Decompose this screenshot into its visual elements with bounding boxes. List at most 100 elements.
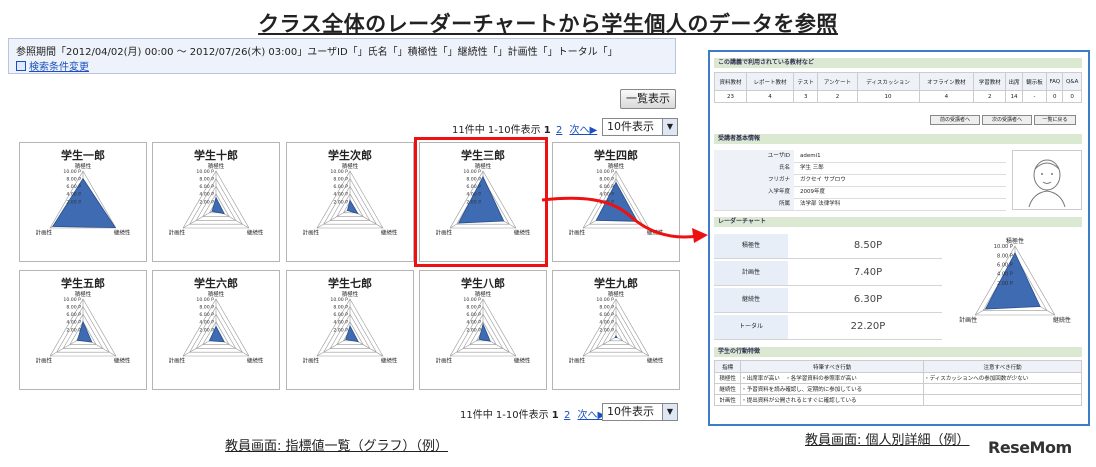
radar-axis-label: 積極性 — [608, 162, 625, 170]
radar-scale-label: 6.00 P — [466, 312, 481, 318]
student-radar-chart: 10.00 P8.00 P6.00 P4.00 P2.00 P積極性継続性計画性 — [36, 162, 131, 237]
student-radar-card[interactable]: 学生五郎 10.00 P 8.00 P 6.00 P 4.00 P 2.00 P 積極性 継続… — [19, 270, 147, 390]
radar-axis-label: 継続性 — [647, 357, 664, 365]
student-radar-card[interactable]: 学生八郎 10.00 P 8.00 P 6.00 P 4.00 P 2.00 P 積極性 継続… — [419, 270, 547, 390]
search-conditions-link[interactable]: 検索条件変更 — [16, 58, 89, 73]
usage-header-cell: 学習教材 — [973, 72, 1007, 91]
usage-header-cell: レポート教材 — [745, 72, 795, 91]
radar-axis-line — [582, 336, 617, 357]
student-radar-card[interactable]: 学生九郎 10.00 P 8.00 P 6.00 P 4.00 P 2.00 P 積極性 継続… — [552, 270, 680, 390]
detail-arrow — [541, 196, 708, 243]
radar-scale-label: 2.00 P — [333, 327, 348, 333]
radar-axis-label: 計画性 — [169, 357, 186, 365]
radar-axis-label: 継続性 — [514, 357, 531, 365]
info-value: 法学部 法律学科 — [800, 201, 841, 207]
behavior-table: 指標 特筆すべき行動 注意すべき行動 積極性 ・出席率が高い ・各学習資料の参照率が高… — [713, 360, 1082, 406]
radar-axis-label: 継続性 — [114, 357, 131, 365]
student-radar-card[interactable]: 学生七郎 10.00 P 8.00 P 6.00 P 4.00 P 2.00 P 積極性 継続… — [286, 270, 414, 390]
behavior-section-title: 学生の行動特徴 — [714, 347, 1082, 357]
avatar-icon — [1028, 159, 1066, 208]
info-value: ademi1 — [800, 153, 821, 159]
radar-scale-label: 6.00 P — [333, 312, 348, 318]
radar-axis-label: 継続性 — [381, 357, 398, 365]
radar-scale-label: 8.00 P — [66, 305, 81, 311]
behavior-label: 積極性 — [713, 372, 742, 384]
radar-axis-label: 計画性 — [303, 357, 320, 365]
per-page-select-bottom[interactable]: 10件表示 ▼ — [602, 403, 678, 421]
radar-score-row: トータル 22.20P — [714, 315, 942, 340]
radar-scale-label: 6.00 P — [199, 184, 214, 190]
radar-scale-label: 2.00 P — [599, 327, 614, 333]
caption-list-screen: 教員画面: 指標値一覧（グラフ）（例） — [225, 439, 449, 454]
info-row: 所属 法学部 法律学科 — [714, 198, 1006, 211]
radar-axis-label: 積極性 — [208, 162, 225, 170]
pager-current-page: 1 — [543, 125, 551, 136]
search-link-label[interactable]: 検索条件変更 — [29, 62, 89, 73]
radar-scale-label: 8.00 P — [199, 177, 214, 183]
pager-page-2-link[interactable]: 2 — [556, 125, 562, 136]
detail-nav-button[interactable]: 前の受講者へ — [930, 115, 980, 125]
radar-scale-label: 4.00 P — [66, 320, 81, 326]
caption-detail-screen: 教員画面: 個人別詳細（例） — [805, 433, 970, 448]
radar-scale-label: 4.00 P — [599, 320, 614, 326]
usage-header-cell: テスト — [793, 72, 819, 91]
radar-score-row: 積極性 8.50P — [714, 234, 942, 259]
radar-score-label: 積極性 — [714, 234, 788, 258]
list-view-button[interactable]: 一覧表示 — [620, 89, 676, 109]
behavior-row: 継続性 ・予習資料を読み確認し、定期的に参加している — [713, 383, 1082, 395]
student-radar-card[interactable]: 学生十郎 10.00 P 8.00 P 6.00 P 4.00 P 2.00 P 積極性 継続… — [152, 142, 280, 262]
pager-top: 11件中 1-10件表示 1 2 次へ▶ — [452, 121, 599, 136]
radar-axis-label: 継続性 — [381, 229, 398, 237]
radar-score-label: 計画性 — [714, 261, 788, 285]
pager-page-2-link[interactable]: 2 — [564, 410, 570, 421]
usage-value-cell: 0 — [1062, 90, 1082, 103]
radar-axis-label: 継続性 — [247, 357, 264, 365]
pager-current-page: 1 — [551, 410, 559, 421]
student-detail-screen: この講義で利用されている教材など 資料教材 レポート教材 テスト アンケート ディスカッ… — [708, 50, 1090, 426]
usage-value-cell: 14 — [1005, 90, 1023, 103]
usage-header-cell: FAQ — [1046, 72, 1064, 91]
info-value: 学生 三郎 — [800, 165, 824, 171]
per-page-select-top[interactable]: 10件表示 ▼ — [602, 118, 678, 136]
detail-nav-button[interactable]: 次の受講者へ — [982, 115, 1032, 125]
student-radar-card[interactable]: 学生一郎 10.00 P 8.00 P 6.00 P 4.00 P 2.00 P 積極性 継続… — [19, 142, 147, 262]
student-radar-chart: 10.00 P8.00 P6.00 P4.00 P2.00 P積極性継続性計画性 — [569, 290, 664, 365]
radar-scale-label: 2.00 P — [66, 327, 81, 333]
radar-scale-label: 2.00 P — [199, 327, 214, 333]
student-radar-card[interactable]: 学生次郎 10.00 P 8.00 P 6.00 P 4.00 P 2.00 P 積極性 継続… — [286, 142, 414, 262]
radar-axis-label: 積極性 — [75, 162, 92, 170]
behavior-row: 積極性 ・出席率が高い ・各学習資料の参照率が高い ・ディスカッションへの参加回数が… — [713, 372, 1082, 384]
behavior-label: 継続性 — [713, 383, 742, 395]
radar-axis-label: 積極性 — [208, 290, 225, 298]
radar-score-value: 8.50P — [853, 240, 883, 251]
radar-scale-label: 6.00 P — [333, 184, 348, 190]
chevron-down-icon[interactable]: ▼ — [662, 119, 677, 135]
radar-scale-label: 8.00 P — [333, 177, 348, 183]
info-label: 入学年度 — [714, 186, 794, 198]
pager-summary: 11件中 1-10件表示 — [460, 410, 549, 421]
chevron-down-icon[interactable]: ▼ — [662, 404, 677, 420]
behavior-header-cell: 注意すべき行動 — [923, 360, 1082, 373]
radar-scale-label: 6.00 P — [599, 312, 614, 318]
radar-scale-label: 10.00 P — [994, 244, 1013, 250]
radar-scale-label: 6.00 P — [66, 184, 81, 190]
info-value: ガクセイ サブロウ — [800, 177, 846, 183]
detail-nav-button[interactable]: 一覧に戻る — [1034, 115, 1076, 125]
radar-scale-label: 4.00 P — [466, 320, 481, 326]
radar-scale-label: 2.00 P — [997, 281, 1013, 287]
usage-table: 資料教材 レポート教材 テスト アンケート ディスカッション オフライン教材 学習教材 出席観… — [714, 72, 1082, 103]
pager-next-link[interactable]: 次へ▶ — [570, 125, 598, 136]
student-radar-card[interactable]: 学生六郎 10.00 P 8.00 P 6.00 P 4.00 P 2.00 P 積極性 継続… — [152, 270, 280, 390]
radar-axis-label: 計画性 — [36, 229, 53, 237]
usage-value-cell: 4 — [918, 90, 975, 103]
resemom-logo: ReseMom — [988, 438, 1072, 457]
radar-scale-label: 4.00 P — [66, 192, 81, 198]
radar-axis-line — [316, 336, 351, 357]
radar-axis-label: 積極性 — [475, 290, 492, 298]
detail-radar-chart: 10.00 P 8.00 P 6.00 P 4.00 P 2.00 P 積極性継続性 計画性 — [959, 237, 1071, 324]
radar-scale-label: 4.00 P — [997, 272, 1013, 278]
radar-scale-label: 8.00 P — [199, 305, 214, 311]
radar-scale-label: 8.00 P — [333, 305, 348, 311]
student-radar-chart: 10.00 P8.00 P6.00 P4.00 P2.00 P積極性継続性計画性 — [303, 290, 398, 365]
radar-axis-label: 積極性 — [342, 162, 359, 170]
